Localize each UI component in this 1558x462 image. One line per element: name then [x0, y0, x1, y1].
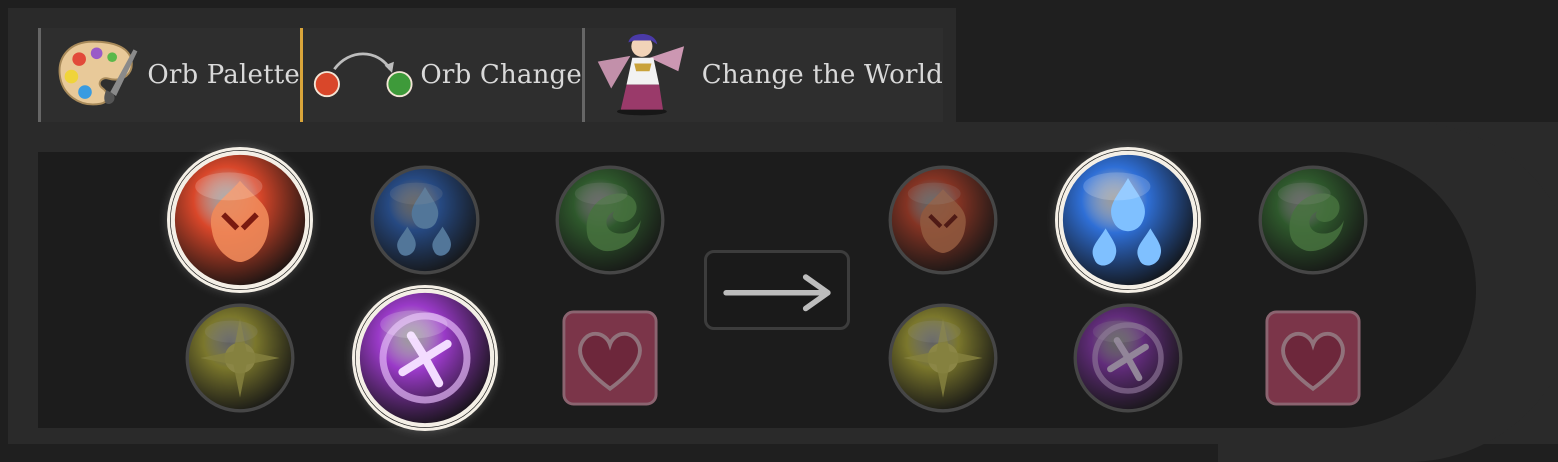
- heart-orb-icon[interactable]: [562, 310, 658, 406]
- dark-orb-icon[interactable]: [1073, 303, 1183, 413]
- tab-label: Orb Palette: [147, 60, 300, 90]
- tab-bar: Orb Palette Orb Change Change the World: [8, 8, 956, 122]
- right-arrow-icon: [723, 274, 831, 312]
- fire-orb-icon[interactable]: [170, 150, 310, 290]
- tab-label: Orb Change: [420, 60, 582, 90]
- heart-orb-icon[interactable]: [1265, 310, 1361, 406]
- tab-separator: [582, 28, 585, 122]
- water-orb-icon[interactable]: [1058, 150, 1198, 290]
- dark-orb-icon[interactable]: [355, 288, 495, 428]
- wood-orb-icon[interactable]: [1258, 165, 1368, 275]
- tab-orb-change[interactable]: Orb Change: [300, 28, 582, 122]
- light-orb-icon[interactable]: [888, 303, 998, 413]
- water-orb-icon[interactable]: [370, 165, 480, 275]
- orb-change-icon: [312, 45, 414, 105]
- tab-orb-palette[interactable]: Orb Palette: [38, 28, 300, 122]
- tab-active-indicator: [300, 28, 303, 122]
- tab-separator: [38, 28, 41, 122]
- palette-icon: [52, 30, 139, 120]
- apply-change-button[interactable]: [704, 250, 850, 330]
- light-orb-icon[interactable]: [185, 303, 295, 413]
- tab-strip: Orb Palette Orb Change Change the World: [38, 28, 943, 122]
- wood-orb-icon[interactable]: [555, 165, 665, 275]
- tab-change-the-world[interactable]: Change the World: [582, 28, 943, 122]
- character-portrait-icon: [592, 29, 692, 121]
- tab-label: Change the World: [701, 60, 943, 90]
- fire-orb-icon[interactable]: [888, 165, 998, 275]
